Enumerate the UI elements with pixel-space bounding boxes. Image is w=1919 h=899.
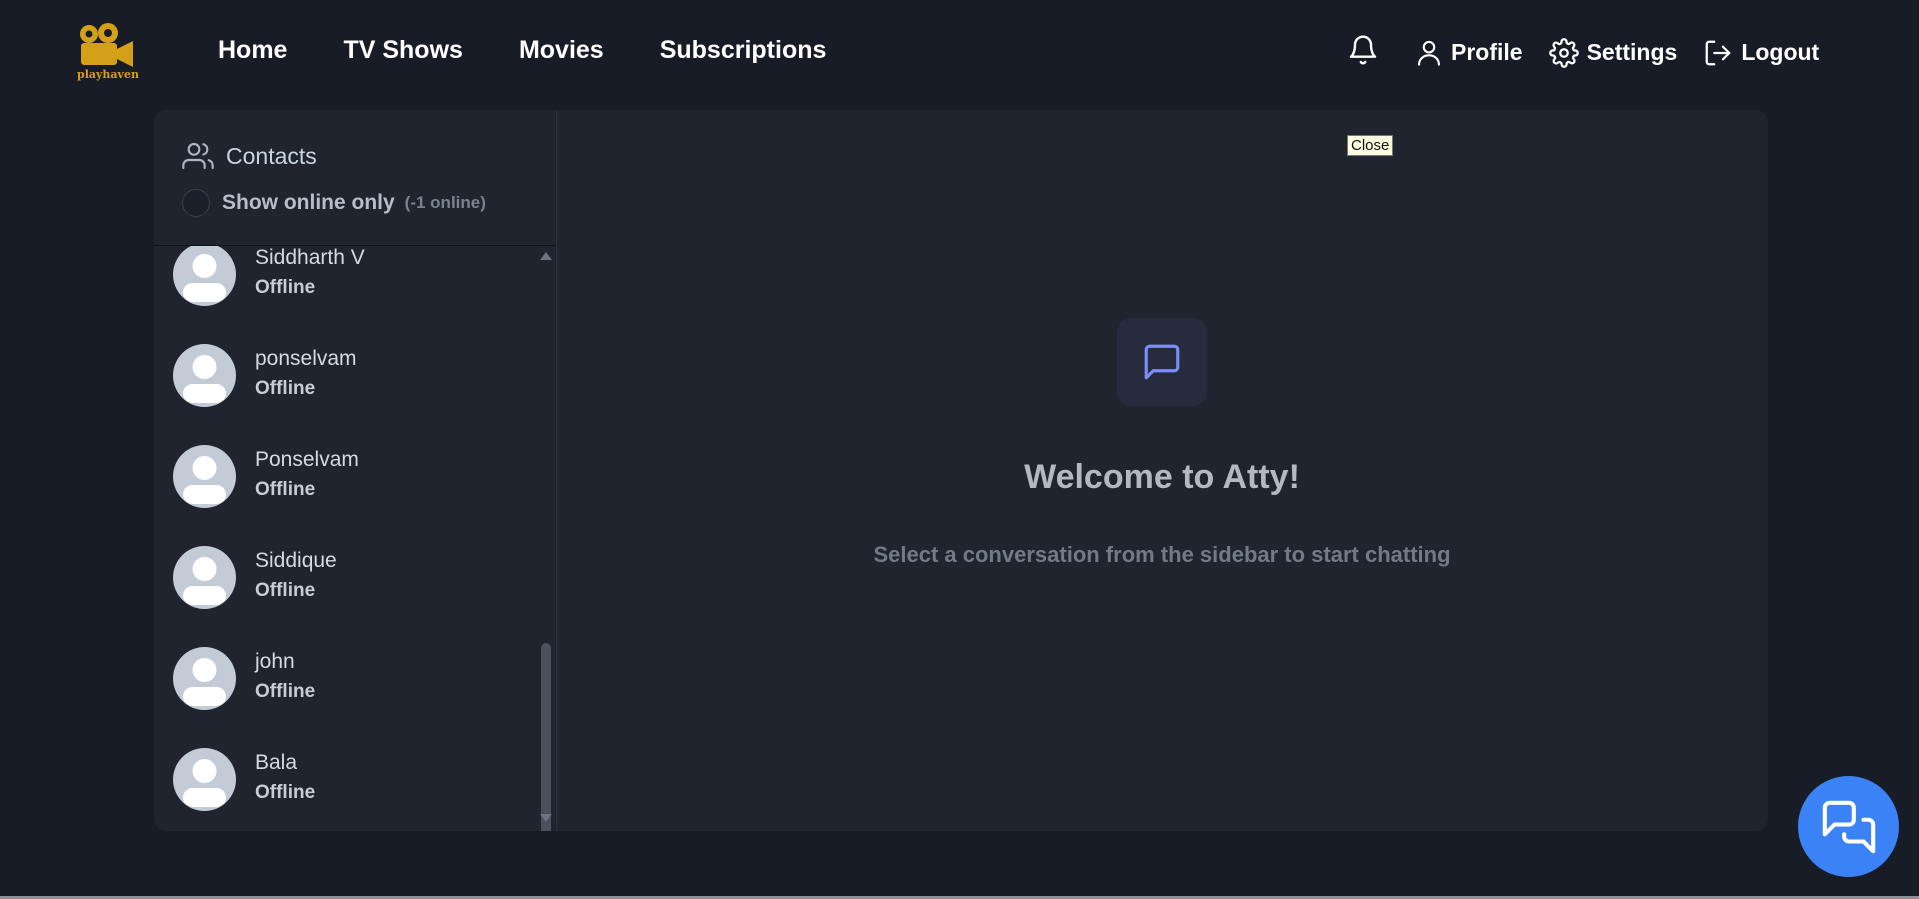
users-icon (182, 142, 214, 170)
profile-link[interactable]: Profile (1415, 37, 1523, 69)
settings-link[interactable]: Settings (1548, 37, 1678, 68)
contact-status: Offline (255, 681, 316, 702)
logout-icon (1705, 40, 1731, 65)
contact-status: Offline (255, 277, 316, 298)
contacts-sidebar: Contacts Show online only (-1 online) Si… (154, 110, 557, 831)
main-nav: Home TV Shows Movies Subscriptions (218, 36, 826, 65)
logo-text: playhaven (77, 68, 139, 81)
scrollbar-thumb[interactable] (541, 643, 551, 831)
contact-item[interactable]: Siddharth V Offline (154, 246, 542, 325)
online-only-toggle[interactable]: Show online only (-1 online) (182, 189, 486, 217)
avatar (173, 344, 236, 407)
welcome-icon-box (1117, 318, 1207, 406)
movie-camera-icon (80, 23, 133, 67)
contact-status: Offline (255, 782, 316, 803)
contact-name: Siddique (255, 549, 337, 572)
contact-status: Offline (255, 378, 316, 399)
online-count: (-1 online) (404, 193, 486, 212)
avatar (173, 546, 236, 609)
welcome-subtitle: Select a conversation from the sidebar t… (873, 542, 1451, 567)
contact-name: john (255, 650, 295, 673)
online-only-label: Show online only (222, 191, 395, 214)
logout-link[interactable]: Logout (1703, 38, 1819, 68)
contact-item[interactable]: ponselvam Offline (154, 325, 542, 426)
contact-item[interactable]: Ponselvam Offline (154, 426, 542, 527)
nav-home[interactable]: Home (218, 36, 287, 65)
contact-item[interactable]: Siddique Offline (154, 527, 542, 628)
avatar (173, 445, 236, 508)
contacts-label: Contacts (226, 142, 317, 169)
contact-item[interactable]: Bala Offline (154, 729, 542, 830)
welcome-title: Welcome to Atty! (1024, 458, 1300, 496)
scroll-down-arrow-icon[interactable] (540, 814, 552, 822)
user-menu: Profile Settings Logout (1347, 32, 1819, 73)
nav-movies[interactable]: Movies (519, 36, 604, 65)
sidebar-header: Contacts Show online only (-1 online) (154, 110, 556, 246)
top-navigation: playhaven Home TV Shows Movies Subscript… (0, 0, 1919, 100)
user-icon (1418, 40, 1440, 66)
contact-list: Siddharth V Offline ponselvam Offline Po… (154, 246, 542, 831)
message-icon (1144, 344, 1180, 380)
bell-icon[interactable] (1347, 32, 1379, 73)
settings-label: Settings (1586, 39, 1678, 65)
close-tooltip: Close (1347, 135, 1394, 156)
online-only-checkbox[interactable] (182, 189, 210, 217)
chat-bubbles-icon (1822, 800, 1875, 853)
profile-label: Profile (1451, 39, 1523, 65)
avatar (173, 246, 236, 306)
logout-label: Logout (1741, 39, 1820, 65)
contact-name: Bala (255, 751, 298, 774)
nav-subscriptions[interactable]: Subscriptions (660, 36, 827, 65)
avatar (173, 748, 236, 811)
logo[interactable]: playhaven (75, 22, 141, 82)
nav-tv-shows[interactable]: TV Shows (343, 36, 462, 65)
gear-icon (1548, 37, 1579, 68)
avatar (173, 647, 236, 710)
contact-status: Offline (255, 580, 316, 601)
contact-list-scrollbar[interactable] (538, 248, 552, 831)
contact-name: ponselvam (255, 347, 357, 370)
chat-fab-button[interactable] (1798, 776, 1899, 877)
contact-name: Ponselvam (255, 448, 359, 471)
scroll-up-arrow-icon[interactable] (540, 252, 552, 260)
contact-status: Offline (255, 479, 316, 500)
contact-name: Siddharth V (255, 246, 365, 269)
contacts-title: Contacts (182, 140, 317, 172)
contact-item[interactable]: john Offline (154, 628, 542, 729)
